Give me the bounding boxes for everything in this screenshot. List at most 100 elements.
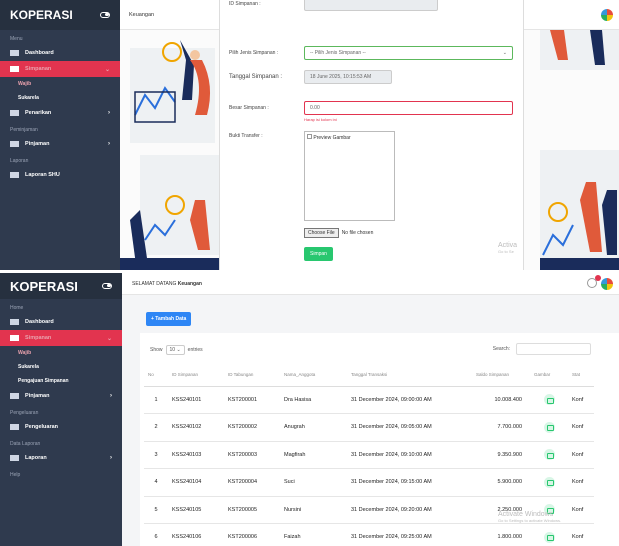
jenis-simpanan-value: -- Pilih Jenis Simpanan --	[310, 50, 366, 56]
sidebar-item-pinjaman[interactable]: Pinjaman ›	[0, 136, 120, 152]
table-cell-id-simpanan: KSS240102	[168, 413, 224, 442]
view-image-icon[interactable]	[543, 449, 555, 461]
sidebar-toggle-icon[interactable]	[102, 283, 112, 289]
sidebar-section-pengeluaran: Pengeluaran	[10, 410, 39, 416]
table-cell-no: 6	[144, 523, 168, 546]
table-cell-nama-anggota: Nursini	[280, 496, 347, 524]
column-header-no[interactable]: No	[144, 364, 168, 387]
table-cell-stat: Konf	[568, 496, 594, 524]
sidebar-item-dashboard[interactable]: Dashboard	[0, 314, 122, 330]
chevron-right-icon: ›	[110, 393, 112, 399]
id-simpanan-label: ID Simpanan :	[229, 1, 261, 7]
id-simpanan-field	[304, 0, 438, 11]
sidebar-item-dashboard[interactable]: Dashboard	[0, 45, 120, 61]
column-header-gambar[interactable]: Gambar	[530, 364, 568, 387]
menu-icon	[10, 141, 19, 147]
besar-simpanan-input[interactable]: 0.00	[304, 101, 513, 115]
table-cell-id-tabungan: KST200001	[224, 386, 280, 414]
jenis-simpanan-select[interactable]: -- Pilih Jenis Simpanan -- ⌄	[304, 46, 513, 60]
show-entries: Show 10 ⌄ entries	[150, 345, 203, 355]
entries-label: entries	[187, 347, 203, 353]
sidebar-subitem-wajib[interactable]: Wajib	[0, 77, 120, 91]
view-image-icon[interactable]	[543, 531, 555, 543]
simpan-button[interactable]: Simpan	[304, 247, 333, 261]
sidebar-item-simpanan[interactable]: Simpanan ⌄	[0, 61, 120, 77]
table-cell-stat: Konf	[568, 441, 594, 469]
column-header-stat[interactable]: Stat	[568, 364, 594, 387]
chevron-right-icon: ›	[110, 455, 112, 461]
jenis-simpanan-label: Pilih Jenis Simpanan :	[229, 50, 279, 56]
preview-alt-text: Preview Gambar	[313, 135, 351, 141]
column-header-tanggal-transaksi[interactable]: Tanggal Transaksi	[347, 364, 472, 387]
search-input[interactable]	[516, 343, 591, 355]
sidebar-subitem-pengajuan-simpanan[interactable]: Pengajuan Simpanan	[0, 374, 122, 388]
sidebar-item-label: Simpanan	[25, 335, 52, 341]
sidebar-item-pinjaman[interactable]: Pinjaman ›	[0, 388, 122, 404]
menu-icon	[10, 335, 19, 341]
table-cell-no: 5	[144, 496, 168, 524]
table-cell-tanggal-transaksi: 31 December 2024, 09:20:00 AM	[347, 496, 472, 524]
table-cell-stat: Konf	[568, 413, 594, 442]
tanggal-simpanan-label: Tanggal Simpanan :	[229, 74, 283, 80]
table-cell-saldo-simpanan: 9.350.900	[472, 441, 530, 469]
sidebar-item-label: Dashboard	[25, 319, 54, 325]
sidebar-item-laporan[interactable]: Laporan ›	[0, 450, 122, 466]
table-cell-saldo-simpanan: 1.800.000	[472, 523, 530, 546]
bukti-transfer-label: Bukti Transfer :	[229, 133, 263, 139]
sidebar-subitem-wajib[interactable]: Wajib	[0, 346, 122, 360]
table-cell-no: 4	[144, 468, 168, 497]
sidebar-subitem-sukarela[interactable]: Sukarela	[0, 91, 120, 105]
sidebar-item-label: Laporan	[25, 455, 47, 461]
sidebar-toggle-icon[interactable]	[100, 12, 110, 18]
sidebar-item-simpanan[interactable]: Simpanan ⌄	[0, 330, 122, 346]
watermark-sub: Go to Settings to activate Windows.	[498, 518, 562, 523]
sidebar-item-label: Penarikan	[25, 110, 52, 116]
entries-select[interactable]: 10 ⌄	[165, 345, 185, 355]
table-row: 2 KSS240102 KST200002 Anugrah 31 December 20…	[144, 413, 594, 442]
show-label: Show	[150, 347, 163, 353]
sidebar-section-laporan: Laporan	[10, 158, 29, 164]
sidebar-item-pengeluaran[interactable]: Pengeluaran	[0, 419, 122, 435]
table-cell-tanggal-transaksi: 31 December 2024, 09:15:00 AM	[347, 468, 472, 497]
tambah-data-button[interactable]: + Tambah Data	[146, 312, 192, 326]
table-cell-id-tabungan: KST200005	[224, 496, 280, 524]
column-header-id-tabungan[interactable]: ID Tabungan	[224, 364, 280, 387]
table-cell-gambar	[530, 413, 568, 442]
table-cell-id-simpanan: KSS240103	[168, 441, 224, 469]
table-cell-tanggal-transaksi: 31 December 2024, 09:25:00 AM	[347, 523, 472, 546]
sidebar-item-label: Pinjaman	[25, 393, 50, 399]
sidebar-section-help: Help	[10, 472, 21, 478]
table-cell-id-tabungan: KST200002	[224, 413, 280, 442]
avatar-icon[interactable]	[601, 8, 613, 21]
sidebar-subitem-sukarela[interactable]: Sukarela	[0, 360, 122, 374]
welcome-text: SELAMAT DATANG	[132, 280, 177, 287]
table-cell-nama-anggota: Dra Hasisa	[280, 386, 347, 414]
view-image-icon[interactable]	[543, 421, 555, 433]
sidebar-item-penarikan[interactable]: Penarikan ›	[0, 105, 120, 121]
column-header-saldo-simpanan[interactable]: Saldo Simpanan	[472, 364, 530, 387]
besar-simpanan-label: Besar Simpanan :	[229, 105, 269, 111]
column-header-nama-anggota[interactable]: Nama_Anggota	[280, 364, 347, 387]
view-image-icon[interactable]	[543, 476, 555, 488]
modal-screenshot: KOPERASI Menu Dashboard Simpanan ⌄ Wajib Suka…	[0, 0, 619, 270]
avatar-icon[interactable]	[601, 278, 613, 290]
chevron-right-icon: ›	[108, 110, 110, 116]
column-header-id-simpanan[interactable]: ID Simpanan	[168, 364, 224, 387]
sidebar-section-home: Home	[10, 305, 24, 311]
sidebar-item-laporan-shu[interactable]: Laporan SHU	[0, 167, 120, 183]
view-image-icon[interactable]	[543, 394, 555, 406]
watermark-title: Activate Windows	[498, 511, 554, 518]
choose-file-button[interactable]: Choose File	[304, 228, 339, 238]
table-row: 6 KSS240106 KST200006 Faizah 31 December 202…	[144, 523, 594, 546]
file-input[interactable]: Choose File No file chosen	[304, 228, 373, 238]
table-cell-gambar	[530, 441, 568, 469]
table-cell-stat: Konf	[568, 523, 594, 546]
brand-title: KOPERASI	[10, 8, 73, 22]
table-cell-nama-anggota: Faizah	[280, 523, 347, 546]
image-preview: Preview Gambar	[304, 131, 395, 221]
table-cell-id-tabungan: KST200003	[224, 441, 280, 469]
tanggal-simpanan-field: 18 June 2025, 10:15:53 AM	[304, 70, 392, 84]
main-content: + Tambah Data Show 10 ⌄ entries Search: …	[122, 295, 619, 546]
add-simpanan-modal: ID Simpanan : Pilih Jenis Simpanan : -- …	[219, 0, 524, 270]
menu-icon	[10, 110, 19, 116]
